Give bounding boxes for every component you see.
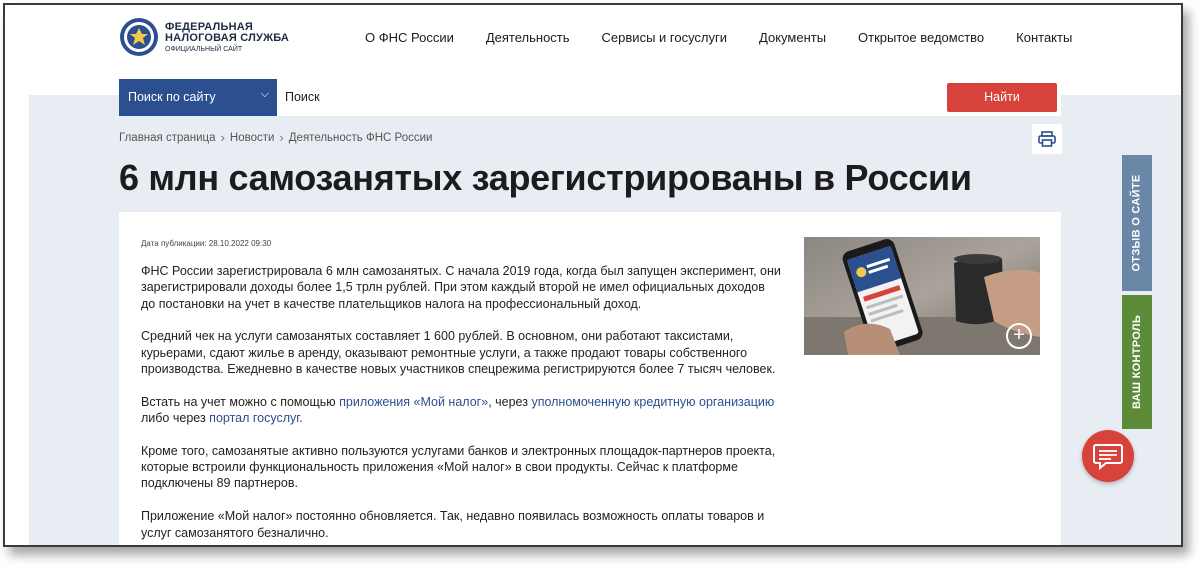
chat-bubble-icon: [1093, 444, 1123, 471]
chevron-right-icon: ›: [220, 130, 225, 145]
phone-with-cup-photo: [804, 237, 1040, 355]
article-image[interactable]: +: [804, 237, 1040, 355]
chevron-down-icon: ⌵: [260, 88, 269, 100]
site-feedback-label: ОТЗЫВ О САЙТЕ: [1131, 174, 1143, 272]
nav-item-contacts[interactable]: Контакты: [1016, 30, 1072, 45]
nav-item-about[interactable]: О ФНС России: [365, 30, 454, 45]
fns-emblem-icon: [120, 18, 158, 56]
nav-item-documents[interactable]: Документы: [759, 30, 826, 45]
article-card: Дата публикации: 28.10.2022 09:30 ФНС Ро…: [119, 212, 1061, 545]
my-tax-app-link[interactable]: приложения «Мой налог»: [339, 395, 488, 409]
header: ФЕДЕРАЛЬНАЯ НАЛОГОВАЯ СЛУЖБА ОФИЦИАЛЬНЫЙ…: [5, 5, 1181, 79]
zoom-plus-icon[interactable]: +: [1006, 323, 1032, 349]
logo-line-2: НАЛОГОВАЯ СЛУЖБА: [165, 31, 290, 44]
browser-frame: ФЕДЕРАЛЬНАЯ НАЛОГОВАЯ СЛУЖБА ОФИЦИАЛЬНЫЙ…: [3, 3, 1183, 547]
chevron-right-icon: ›: [279, 130, 284, 145]
article-paragraph: Встать на учет можно с помощью приложени…: [141, 394, 781, 427]
credit-organization-link[interactable]: уполномоченную кредитную организацию: [531, 395, 774, 409]
your-control-label: ВАШ КОНТРОЛЬ: [1131, 314, 1143, 410]
nav-item-services[interactable]: Сервисы и госуслуги: [602, 30, 727, 45]
search-button[interactable]: Найти: [947, 83, 1057, 112]
search-scope-select[interactable]: Поиск по сайту ⌵: [119, 79, 277, 116]
site-logo[interactable]: ФЕДЕРАЛЬНАЯ НАЛОГОВАЯ СЛУЖБА ОФИЦИАЛЬНЫЙ…: [119, 17, 289, 57]
breadcrumb-home[interactable]: Главная страница: [119, 132, 216, 144]
breadcrumb: Главная страница › Новости › Деятельност…: [119, 130, 432, 145]
logo-line-3: ОФИЦИАЛЬНЫЙ САЙТ: [165, 45, 243, 53]
nav-item-open-agency[interactable]: Открытое ведомство: [858, 30, 984, 45]
search-input[interactable]: Поиск: [285, 90, 320, 104]
search-bar: Поиск по сайту ⌵ Поиск Найти: [119, 79, 1061, 116]
search-scope-label: Поиск по сайту: [128, 90, 216, 104]
logo-line-1: ФЕДЕРАЛЬНАЯ: [165, 20, 253, 33]
paragraph-text: Встать на учет можно с помощью: [141, 394, 340, 409]
breadcrumb-activity[interactable]: Деятельность ФНС России: [289, 132, 433, 144]
site-feedback-tab[interactable]: ОТЗЫВ О САЙТЕ: [1122, 155, 1152, 291]
paragraph-text: , через: [488, 394, 532, 409]
nav-item-activity[interactable]: Деятельность: [486, 30, 570, 45]
article-paragraph: Кроме того, самозанятые активно пользуют…: [141, 443, 776, 491]
page-title: 6 млн самозанятых зарегистрированы в Рос…: [119, 157, 972, 198]
article-paragraph: Средний чек на услуги самозанятых состав…: [141, 329, 776, 376]
your-control-tab[interactable]: ВАШ КОНТРОЛЬ: [1122, 295, 1152, 429]
gosuslugi-link[interactable]: портал госуслуг: [209, 411, 299, 425]
printer-icon: [1038, 131, 1056, 147]
breadcrumb-news[interactable]: Новости: [230, 132, 275, 144]
chat-button[interactable]: [1082, 430, 1134, 482]
main-nav: О ФНС России Деятельность Сервисы и госу…: [365, 30, 1104, 45]
print-button[interactable]: [1032, 124, 1062, 154]
article-paragraph: Приложение «Мой налог» постоянно обновля…: [141, 509, 765, 540]
paragraph-text: либо через: [141, 411, 210, 426]
article-body: ФНС России зарегистрировала 6 млн самоза…: [141, 263, 781, 545]
paragraph-text: .: [299, 411, 303, 426]
publication-date: Дата публикации: 28.10.2022 09:30: [141, 239, 272, 248]
article-paragraph: ФНС России зарегистрировала 6 млн самоза…: [141, 264, 781, 311]
